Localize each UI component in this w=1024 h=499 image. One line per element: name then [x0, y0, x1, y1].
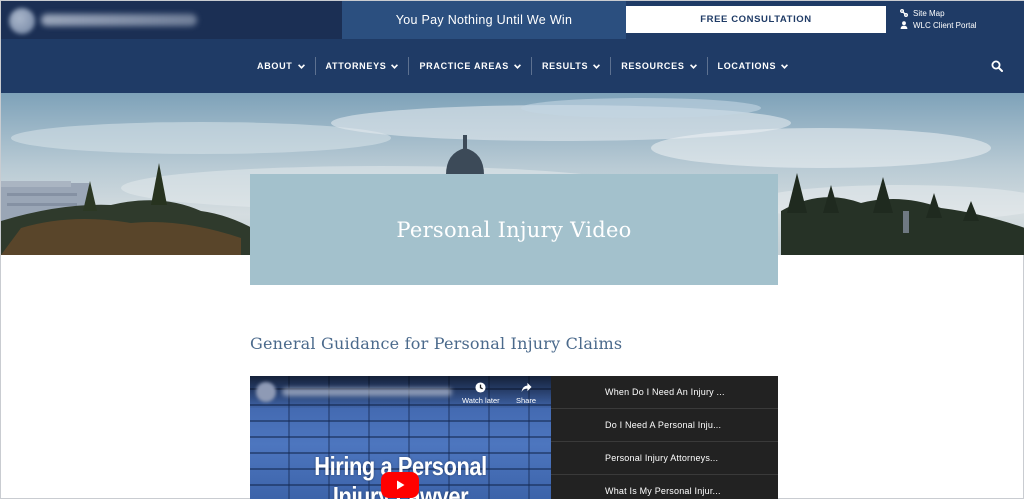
- nav-item-about[interactable]: ABOUT: [247, 57, 315, 75]
- chevron-down-icon: [391, 63, 399, 69]
- nav-item-label: PRACTICE AREAS: [419, 61, 509, 71]
- share-icon: [521, 382, 532, 393]
- playlist-item-title: Personal Injury Attorneys...: [605, 453, 719, 463]
- top-bar: You Pay Nothing Until We Win FREE CONSUL…: [1, 1, 1024, 39]
- nav-item-attorneys[interactable]: ATTORNEYS: [314, 57, 409, 75]
- nav-item-results[interactable]: RESULTS: [530, 57, 610, 75]
- chevron-down-icon: [593, 63, 601, 69]
- search-button[interactable]: [991, 59, 1005, 73]
- watch-later-button[interactable]: Watch later: [462, 382, 500, 405]
- logo-mark: [9, 8, 35, 34]
- nav-menu: ABOUT ATTORNEYS PRACTICE AREAS RESULTS R…: [247, 39, 798, 93]
- share-button[interactable]: Share: [516, 382, 536, 405]
- tagline: You Pay Nothing Until We Win: [342, 1, 626, 39]
- nav-item-label: RESOURCES: [621, 61, 685, 71]
- chevron-down-icon: [689, 63, 697, 69]
- clock-icon: [475, 382, 486, 393]
- playlist-item[interactable]: What Is My Personal Injur...: [551, 475, 778, 499]
- user-icon: [900, 21, 908, 29]
- playlist-item-title: Do I Need A Personal Inju...: [605, 420, 722, 430]
- nav-item-practice-areas[interactable]: PRACTICE AREAS: [408, 57, 530, 75]
- page-title-box: Personal Injury Video: [250, 174, 778, 285]
- nav-item-label: RESULTS: [541, 61, 589, 71]
- playlist-item-title: When Do I Need An Injury ...: [605, 387, 725, 397]
- youtube-play-button[interactable]: [381, 472, 419, 498]
- search-icon: [991, 60, 1003, 72]
- client-portal-link[interactable]: WLC Client Portal: [900, 19, 977, 31]
- video-title-blurred[interactable]: [282, 388, 452, 396]
- video-playlist: When Do I Need An Injury ... Do I Need A…: [551, 376, 778, 499]
- nav-item-resources[interactable]: RESOURCES: [610, 57, 706, 75]
- page-title: Personal Injury Video: [396, 217, 632, 242]
- playlist-item-title: What Is My Personal Injur...: [605, 486, 721, 496]
- channel-avatar[interactable]: [256, 382, 276, 402]
- utility-links: Site Map WLC Client Portal: [900, 7, 977, 31]
- video-player[interactable]: Watch later Share Hiring a Personal Inju…: [250, 376, 551, 499]
- play-icon: [397, 480, 405, 490]
- site-map-link[interactable]: Site Map: [900, 7, 977, 19]
- playlist-item[interactable]: When Do I Need An Injury ...: [551, 376, 778, 409]
- site-map-label: Site Map: [913, 8, 945, 18]
- free-consultation-button[interactable]: FREE CONSULTATION: [626, 6, 886, 33]
- nav-item-label: ABOUT: [257, 61, 293, 71]
- sitemap-icon: [900, 9, 908, 17]
- main-navigation: ABOUT ATTORNEYS PRACTICE AREAS RESULTS R…: [1, 39, 1024, 93]
- playlist-item[interactable]: Personal Injury Attorneys...: [551, 442, 778, 475]
- chevron-down-icon: [513, 63, 521, 69]
- section-heading: General Guidance for Personal Injury Cla…: [250, 334, 623, 353]
- nav-item-label: ATTORNEYS: [325, 61, 387, 71]
- nav-item-label: LOCATIONS: [717, 61, 777, 71]
- nav-item-locations[interactable]: LOCATIONS: [706, 57, 799, 75]
- share-label: Share: [516, 396, 537, 405]
- video-top-bar: Watch later Share: [250, 376, 551, 408]
- client-portal-label: WLC Client Portal: [913, 20, 977, 30]
- watch-later-label: Watch later: [462, 396, 500, 405]
- site-logo[interactable]: [1, 1, 342, 39]
- logo-wordmark: [41, 14, 197, 26]
- chevron-down-icon: [297, 63, 305, 69]
- video-embed: Watch later Share Hiring a Personal Inju…: [250, 376, 778, 499]
- playlist-item[interactable]: Do I Need A Personal Inju...: [551, 409, 778, 442]
- chevron-down-icon: [781, 63, 789, 69]
